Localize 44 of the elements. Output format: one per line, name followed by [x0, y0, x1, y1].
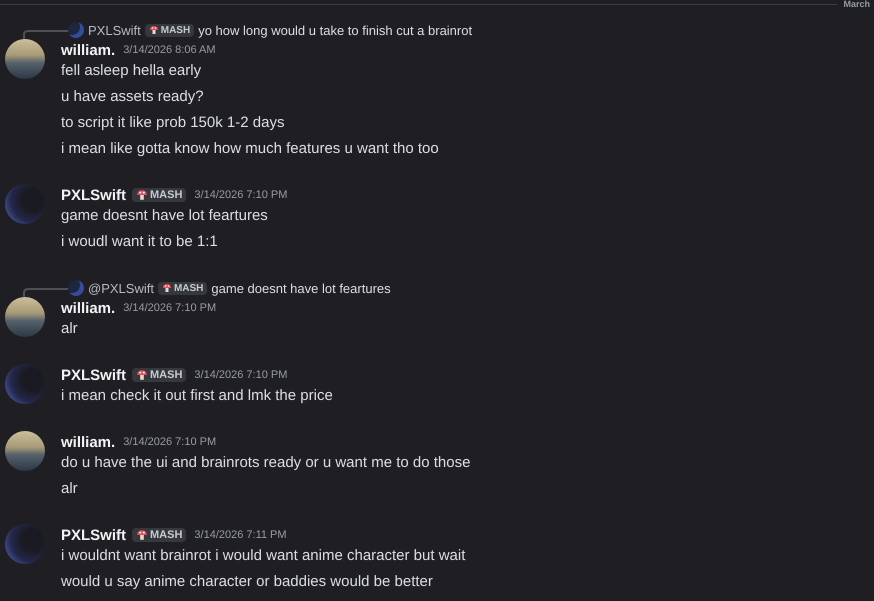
message-text: alr	[61, 319, 79, 339]
username[interactable]: william.	[61, 300, 116, 316]
avatar-icon	[68, 22, 84, 38]
avatar[interactable]	[5, 39, 45, 79]
message-text: game doesnt have lot feartures	[61, 206, 269, 226]
timestamp: 3/14/2026 7:11 PM	[194, 529, 287, 541]
mushroom-icon	[162, 283, 172, 293]
mushroom-icon	[136, 529, 148, 541]
date-divider-label: March	[842, 0, 871, 9]
guild-tag: MASH	[158, 282, 208, 294]
guild-tag: MASH	[132, 368, 186, 382]
timestamp: 3/14/2026 7:10 PM	[194, 189, 288, 201]
mushroom-icon	[136, 369, 148, 381]
message-text: i mean check it out first and lmk the price	[61, 386, 334, 406]
message-text: i wouldnt want brainrot i would want anime character but wait	[61, 546, 466, 566]
timestamp: 3/14/2026 7:10 PM	[123, 436, 216, 448]
mushroom-icon	[136, 189, 148, 201]
message-text: i mean like gotta know how much features u want tho too	[61, 139, 440, 159]
message-text: to script it like prob 150k 1-2 days	[61, 113, 286, 133]
guild-tag: MASH	[144, 24, 194, 36]
message-text: would u say anime character or baddies would be better	[61, 572, 434, 592]
username[interactable]: PXLSwift	[61, 186, 126, 204]
reply-preview[interactable]: yo how long would u take to finish cut a brainrot	[198, 22, 472, 38]
username[interactable]: william.	[61, 42, 116, 58]
guild-tag: MASH	[132, 188, 186, 202]
username[interactable]: PXLSwift	[61, 366, 126, 384]
mushroom-icon	[148, 25, 159, 35]
reply-preview[interactable]: game doesnt have lot feartures	[211, 280, 391, 296]
username[interactable]: william.	[61, 434, 116, 450]
reply-author[interactable]: @PXLSwift	[88, 280, 154, 296]
timestamp: 3/14/2026 7:10 PM	[123, 302, 216, 314]
avatar[interactable]	[5, 431, 45, 471]
message-text: i woudl want it to be 1:1	[61, 232, 219, 252]
message-text: alr	[61, 479, 79, 499]
message-text: fell asleep hella early	[61, 61, 202, 81]
avatar-icon	[68, 280, 84, 296]
reply-author[interactable]: PXLSwift	[88, 22, 141, 38]
guild-tag: MASH	[132, 528, 186, 542]
message-text: do u have the ui and brainrots ready or u want me to do those	[61, 453, 472, 473]
message-text: u have assets ready?	[61, 87, 205, 107]
timestamp: 3/14/2026 7:10 PM	[194, 369, 288, 381]
timestamp: 3/14/2026 8:06 AM	[123, 44, 216, 56]
avatar[interactable]	[5, 297, 45, 337]
username[interactable]: PXLSwift	[61, 526, 126, 544]
